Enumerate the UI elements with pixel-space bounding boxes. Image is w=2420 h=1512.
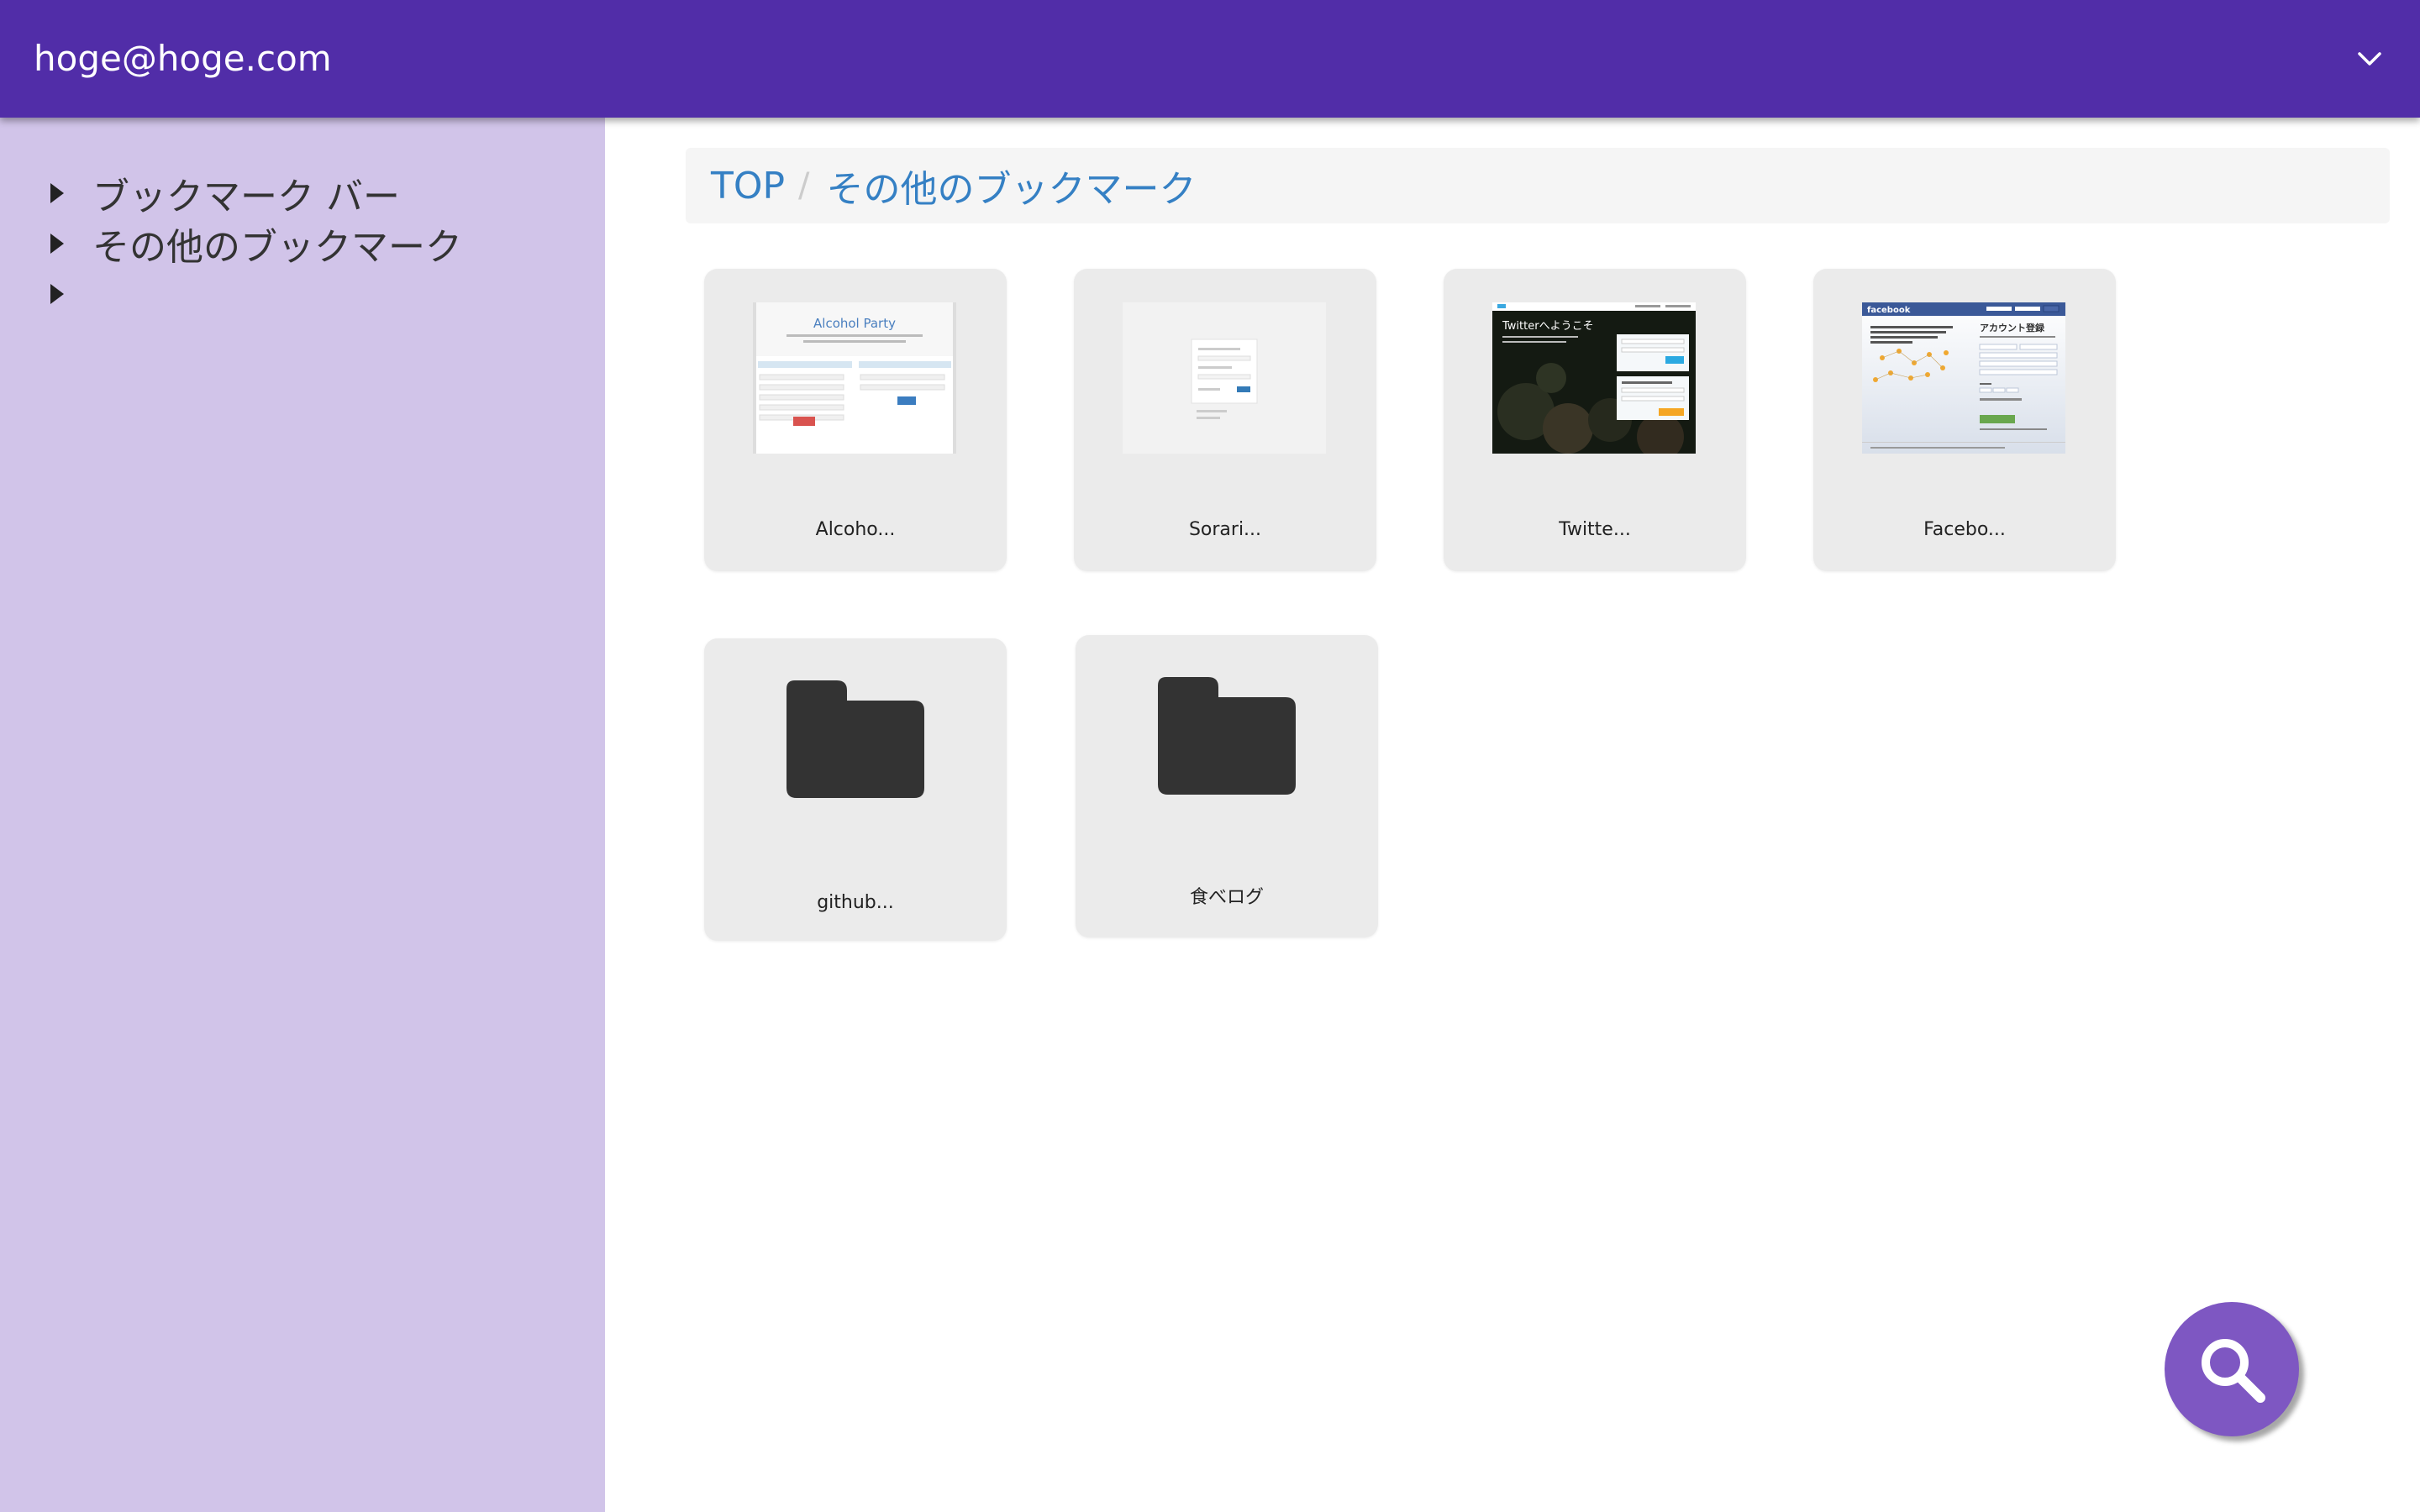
sidebar-item-other-bookmarks[interactable]: その他のブックマーク (47, 218, 462, 269)
sidebar-item-label: その他のブックマーク (92, 226, 462, 269)
page-thumbnail: Twitterへようこそ (1492, 302, 1696, 454)
breadcrumb: TOP / その他のブックマーク (686, 148, 2390, 223)
breadcrumb-top[interactable]: TOP (711, 165, 785, 207)
search-button[interactable] (2165, 1302, 2299, 1436)
bookmark-title: 食べログ (1189, 887, 1264, 908)
thumb-subheading: アカウント登録 (1980, 322, 2045, 333)
page-thumbnail-image: facebook アカウント登録 (1862, 302, 2065, 454)
thumb-heading: facebook (1867, 306, 1911, 315)
folder-icon (1158, 677, 1296, 795)
bookmark-title: Alcoho... (815, 519, 896, 540)
page-thumbnail-image (1123, 302, 1326, 454)
folder-tile-github[interactable]: github... (704, 638, 1007, 941)
breadcrumb-separator: / (798, 166, 810, 205)
sidebar: ブックマーク バー その他のブックマーク (0, 118, 605, 1512)
sidebar-item-label: ブックマーク バー (92, 176, 400, 218)
sidebar-item-bookmark-bar[interactable]: ブックマーク バー (47, 168, 400, 218)
caret-right-icon (50, 183, 64, 203)
bookmark-tile-twitter[interactable]: Twitterへようこそ Twitte... (1444, 269, 1746, 571)
sidebar-item-unnamed[interactable] (47, 269, 92, 319)
page-thumbnail (1123, 302, 1326, 454)
bookmark-title: github... (817, 892, 894, 913)
breadcrumb-current[interactable]: その他のブックマーク (827, 159, 1197, 213)
folder-tile-tabelog[interactable]: 食べログ (1076, 635, 1378, 937)
page-thumbnail-image: Twitterへようこそ (1492, 302, 1696, 454)
account-email: hoge@hoge.com (34, 38, 332, 79)
bookmark-title: Sorari... (1188, 519, 1262, 540)
search-icon (2202, 1339, 2265, 1403)
caret-right-icon (50, 284, 64, 304)
bookmark-tile-alcohol[interactable]: Alcohol Party Alcoho... (704, 269, 1007, 571)
bookmark-title: Facebo... (1923, 519, 2006, 540)
caret-right-icon (50, 234, 64, 254)
folder-icon (786, 680, 924, 798)
page-thumbnail-image: Alcohol Party (753, 302, 956, 454)
page-thumbnail: facebook アカウント登録 (1862, 302, 2065, 454)
bookmark-title: Twitte... (1559, 519, 1631, 540)
account-menu-button[interactable] (2353, 42, 2386, 76)
app-bar: hoge@hoge.com (0, 0, 2420, 118)
bookmark-tile-sorari[interactable]: Sorari... (1074, 269, 1376, 571)
thumb-heading: Twitterへようこそ (1502, 320, 1594, 333)
bookmark-tile-facebook[interactable]: facebook アカウント登録 Facebo... (1813, 269, 2116, 571)
page-thumbnail: Alcohol Party (753, 302, 956, 454)
thumb-heading: Alcohol Party (813, 316, 896, 331)
chevron-down-icon (2358, 52, 2381, 66)
